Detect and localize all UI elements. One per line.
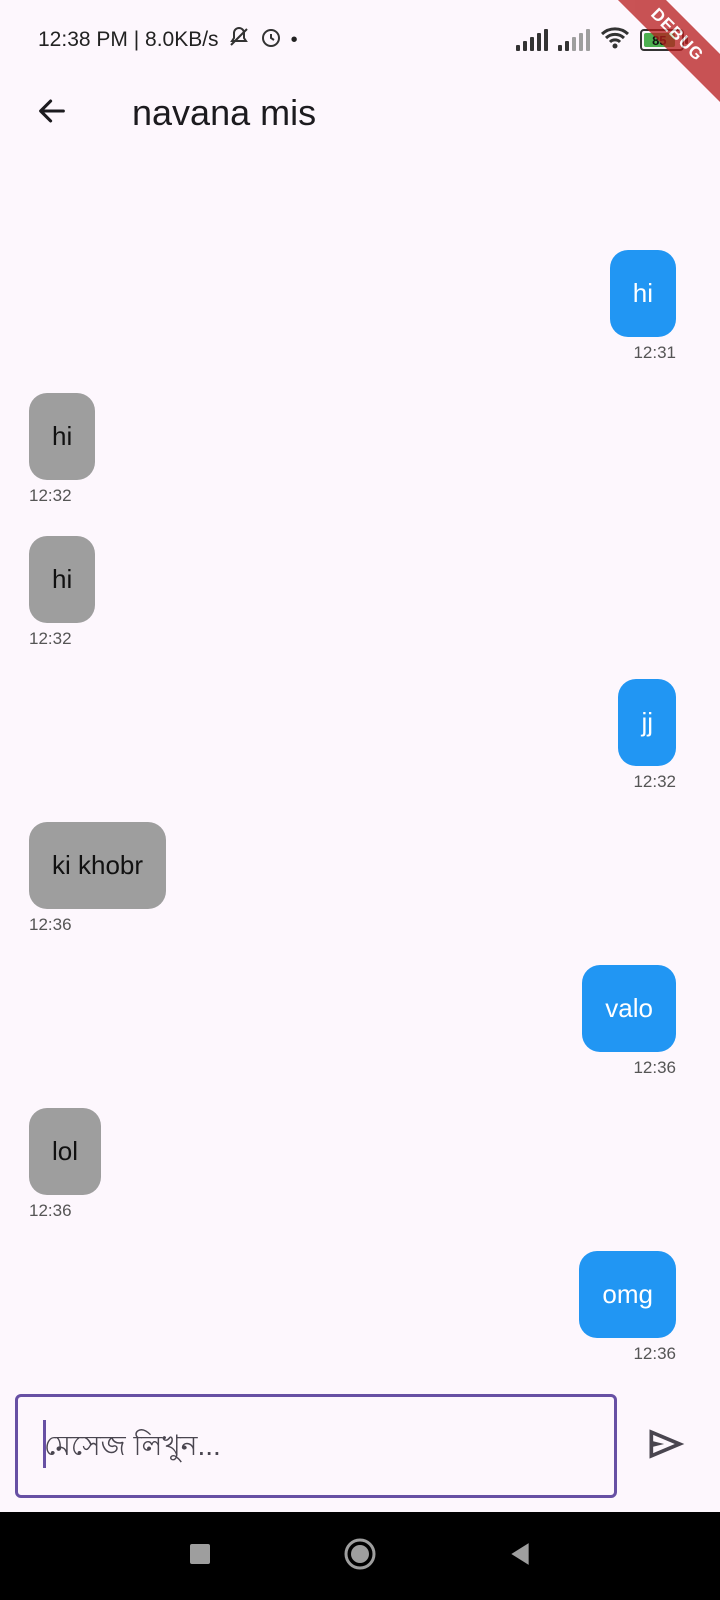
- message-bubble: hi: [609, 250, 676, 337]
- status-left: 12:38 PM | 8.0KB/s •: [38, 25, 298, 55]
- message-item: hi 12:32: [0, 536, 720, 679]
- message-time: 12:36: [633, 1058, 676, 1077]
- message-time: 12:32: [29, 629, 72, 648]
- alarm-icon: [259, 25, 283, 55]
- circle-icon: [343, 1537, 377, 1576]
- message-item: hi 12:31: [0, 250, 720, 393]
- send-button[interactable]: [636, 1416, 696, 1476]
- message-time: 12:31: [633, 343, 676, 362]
- triangle-back-icon: [507, 1541, 533, 1572]
- message-time: 12:36: [29, 915, 72, 934]
- signal-2-icon: [558, 29, 590, 51]
- message-bubble: jj: [618, 679, 676, 766]
- wifi-icon: [600, 26, 630, 55]
- message-item: jj 12:32: [0, 679, 720, 822]
- message-bubble: valo: [582, 965, 676, 1052]
- page-title: navana mis: [132, 92, 317, 133]
- message-time: 12:36: [633, 1344, 676, 1363]
- chat-screen: 12:38 PM | 8.0KB/s • 85 DEBUG: [0, 0, 720, 1600]
- message-bubble: ki khobr: [29, 822, 167, 909]
- message-input[interactable]: [15, 1394, 617, 1498]
- recents-button[interactable]: [170, 1526, 230, 1586]
- nav-back-button[interactable]: [490, 1526, 550, 1586]
- composer: [0, 1394, 720, 1498]
- dot-icon: •: [290, 28, 298, 51]
- send-icon: [644, 1422, 688, 1471]
- app-bar: navana mis: [0, 80, 720, 146]
- arrow-back-icon: [35, 94, 69, 133]
- message-bubble: hi: [29, 536, 96, 623]
- system-nav-bar: [0, 1512, 720, 1600]
- message-bubble: lol: [29, 1108, 102, 1195]
- message-bubble: omg: [579, 1251, 676, 1338]
- message-item: ki khobr 12:36: [0, 822, 720, 965]
- status-time: 12:38 PM | 8.0KB/s: [38, 28, 219, 51]
- square-icon: [188, 1542, 212, 1571]
- message-time: 12:32: [29, 486, 72, 505]
- status-bar: 12:38 PM | 8.0KB/s • 85: [0, 0, 720, 80]
- mute-icon: [227, 25, 251, 55]
- signal-icon: [516, 29, 548, 51]
- text-cursor: [43, 1420, 46, 1468]
- message-item: valo 12:36: [0, 965, 720, 1108]
- message-time: 12:32: [633, 772, 676, 791]
- message-list: hi 12:31 hi 12:32 hi 12:32 jj 12:32 ki k…: [0, 250, 720, 1394]
- home-button[interactable]: [330, 1526, 390, 1586]
- message-time: 12:36: [29, 1201, 72, 1220]
- message-item: omg 12:36: [0, 1251, 720, 1394]
- message-item: lol 12:36: [0, 1108, 720, 1251]
- back-button[interactable]: [20, 81, 84, 145]
- message-item: hi 12:32: [0, 393, 720, 536]
- message-bubble: hi: [29, 393, 96, 480]
